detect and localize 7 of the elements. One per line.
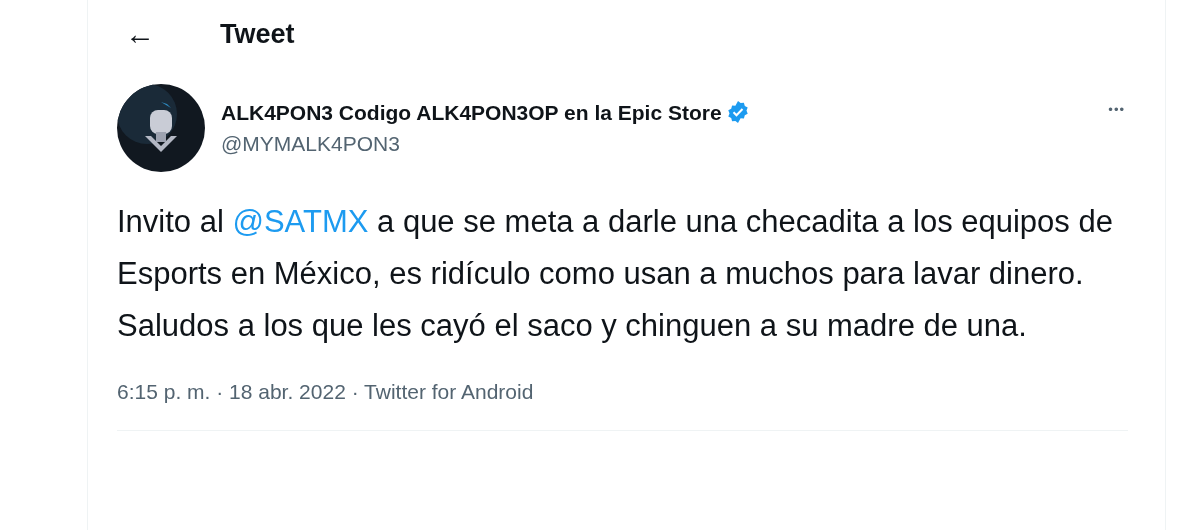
tweet-timestamp: 6:15 p. m. · 18 abr. 2022 · Twitter for Android — [117, 379, 535, 405]
page-title: Tweet — [220, 17, 295, 51]
tweet-text: Invito al @SATMX a que se meta a darle una checadita a los equipos de Esports en México, es ridículo como usan a muchos para lavar dinero. Saludos a los que les cayó el saco y chinguen a su madre de una. — [117, 203, 1114, 345]
author-name[interactable]: ALK4PON3 Codigo ALK4PON3OP en la Epic Store — [221, 96, 722, 128]
back-button[interactable]: ← — [120, 19, 160, 49]
author-handle[interactable]: @MYMALK4PON3 — [221, 128, 1109, 160]
more-button[interactable]: ••• — [1108, 100, 1125, 120]
